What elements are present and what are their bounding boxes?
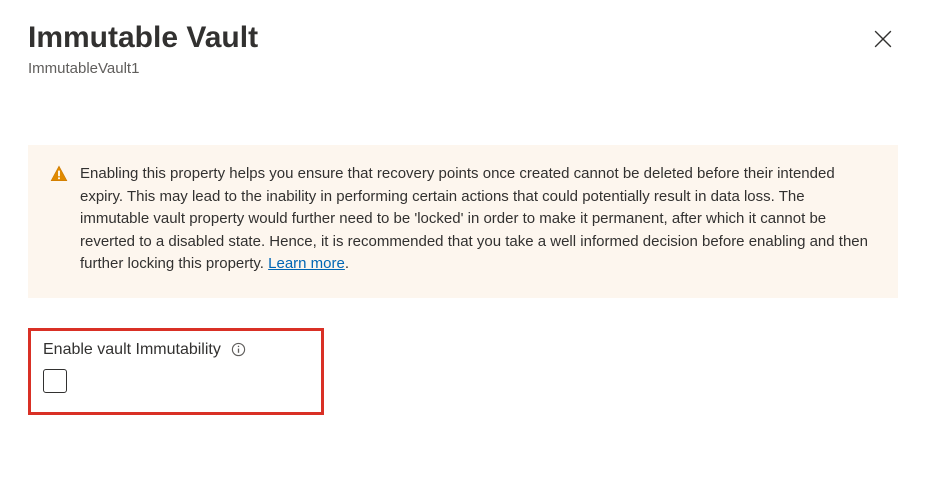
- page-title: Immutable Vault: [28, 20, 868, 56]
- close-button[interactable]: [868, 24, 898, 57]
- page-subtitle: ImmutableVault1: [28, 60, 868, 77]
- header: Immutable Vault ImmutableVault1: [28, 20, 898, 77]
- checkbox-row: [43, 369, 309, 398]
- option-label-row: Enable vault Immutability: [43, 341, 309, 359]
- title-section: Immutable Vault ImmutableVault1: [28, 20, 868, 77]
- enable-immutability-section: Enable vault Immutability: [28, 328, 324, 415]
- close-icon: [874, 30, 892, 51]
- warning-banner: Enabling this property helps you ensure …: [28, 145, 898, 298]
- enable-immutability-checkbox[interactable]: [43, 369, 67, 393]
- enable-immutability-label: Enable vault Immutability: [43, 341, 221, 359]
- warning-icon: [50, 165, 68, 188]
- learn-more-link[interactable]: Learn more: [268, 255, 345, 272]
- warning-text: Enabling this property helps you ensure …: [80, 163, 876, 276]
- info-icon[interactable]: [231, 342, 246, 357]
- warning-message: Enabling this property helps you ensure …: [80, 165, 868, 272]
